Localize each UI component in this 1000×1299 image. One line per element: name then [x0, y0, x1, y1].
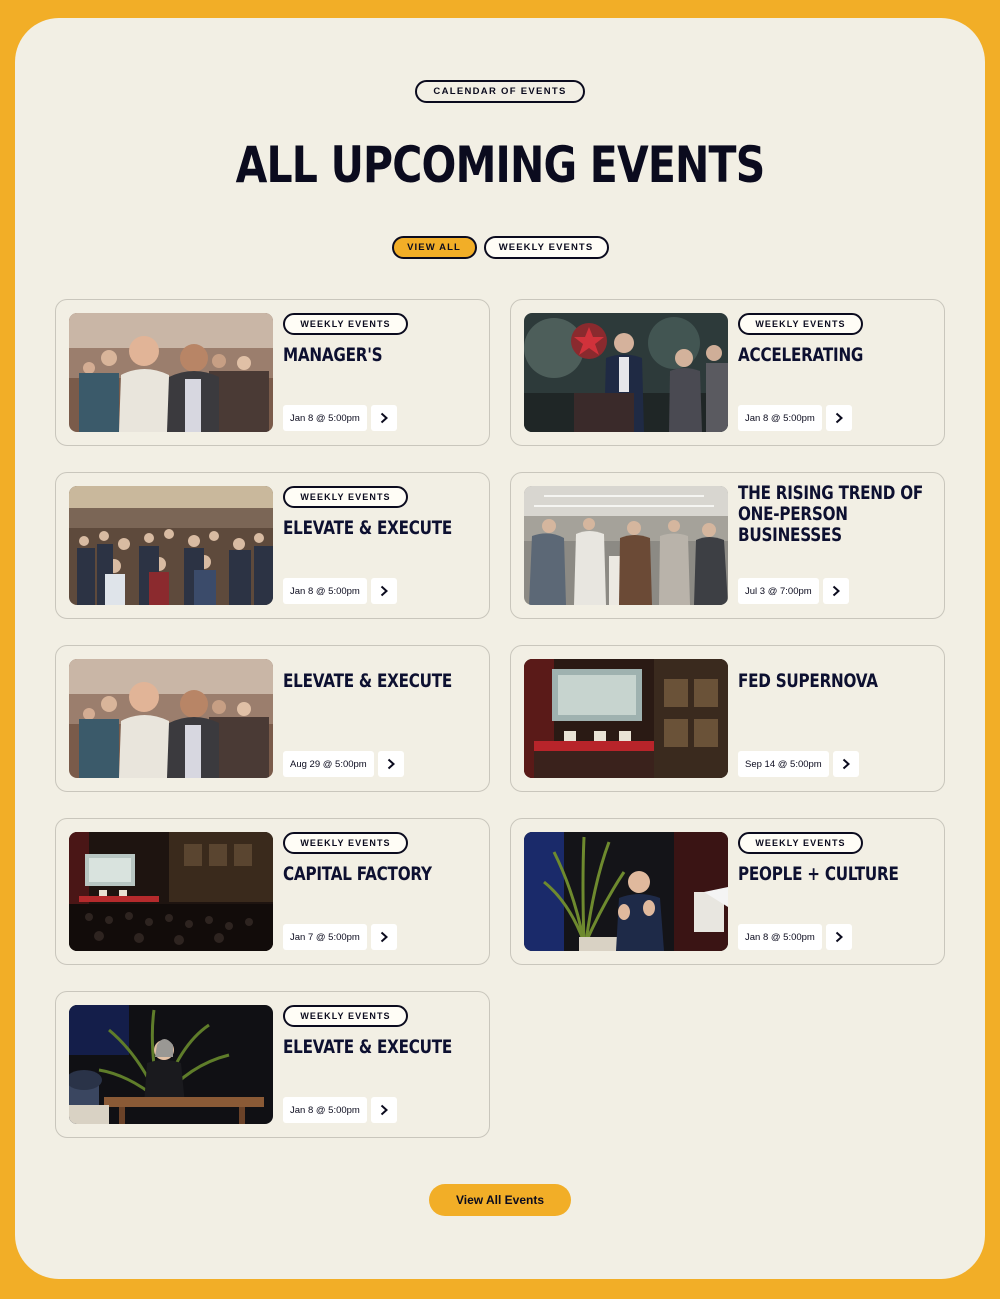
event-tag: WEEKLY EVENTS [283, 486, 408, 508]
event-date: Jan 8 @ 5:00pm [283, 578, 367, 604]
event-arrow-button[interactable] [371, 578, 397, 604]
event-date: Jul 3 @ 7:00pm [738, 578, 819, 604]
event-tag: WEEKLY EVENTS [738, 832, 863, 854]
filter-view-all[interactable]: VIEW ALL [391, 236, 477, 259]
event-date: Sep 14 @ 5:00pm [738, 751, 829, 777]
event-title[interactable]: ELEVATE & EXECUTE [283, 671, 499, 692]
event-card[interactable]: WEEKLY EVENTS ELEVATE & EXECUTE Jan 8 @ … [55, 472, 490, 619]
chevron-right-icon [832, 585, 840, 597]
event-tag: WEEKLY EVENTS [283, 313, 408, 335]
event-arrow-button[interactable] [371, 924, 397, 950]
event-photo[interactable] [524, 486, 728, 605]
event-title[interactable]: ELEVATE & EXECUTE [283, 1037, 499, 1058]
event-photo[interactable] [524, 832, 728, 951]
event-title[interactable]: ELEVATE & EXECUTE [283, 518, 499, 539]
event-date: Aug 29 @ 5:00pm [283, 751, 374, 777]
event-date: Jan 7 @ 5:00pm [283, 924, 367, 950]
event-card[interactable]: WEEKLY EVENTS ELEVATE & EXECUTE Jan 8 @ … [55, 991, 490, 1138]
event-photo[interactable] [69, 659, 273, 778]
event-photo[interactable] [524, 659, 728, 778]
stage-speaker-photo [524, 832, 728, 951]
stage-panel-photo [69, 1005, 273, 1124]
networking-crowd-photo [69, 659, 273, 778]
event-arrow-button[interactable] [371, 1097, 397, 1123]
theater-audience-photo [69, 832, 273, 951]
filter-bar: VIEW ALL WEEKLY EVENTS [15, 236, 985, 259]
event-photo[interactable] [69, 832, 273, 951]
event-arrow-button[interactable] [826, 405, 852, 431]
event-tag: WEEKLY EVENTS [283, 1005, 408, 1027]
event-date: Jan 8 @ 5:00pm [283, 1097, 367, 1123]
event-title[interactable]: ACCELERATING [738, 345, 954, 366]
event-title[interactable]: CAPITAL FACTORY [283, 864, 499, 885]
chevron-right-icon [387, 758, 395, 770]
section-eyebrow: CALENDAR OF EVENTS [415, 80, 585, 103]
event-photo[interactable] [524, 313, 728, 432]
view-all-events-button[interactable]: View All Events [429, 1184, 571, 1216]
page-title: ALL UPCOMING EVENTS [235, 136, 766, 194]
event-arrow-button[interactable] [826, 924, 852, 950]
event-tag: WEEKLY EVENTS [283, 832, 408, 854]
theater-stage-photo [524, 659, 728, 778]
event-arrow-button[interactable] [823, 578, 849, 604]
event-card[interactable]: ELEVATE & EXECUTE Aug 29 @ 5:00pm [55, 645, 490, 792]
podium-speaker-photo [524, 313, 728, 432]
event-title[interactable]: MANAGER'S [283, 345, 499, 366]
event-card[interactable]: WEEKLY EVENTS CAPITAL FACTORY Jan 7 @ 5:… [55, 818, 490, 965]
chevron-right-icon [380, 931, 388, 943]
event-date: Jan 8 @ 5:00pm [738, 405, 822, 431]
chevron-right-icon [835, 931, 843, 943]
ballroom-crowd-photo [69, 486, 273, 605]
event-arrow-button[interactable] [833, 751, 859, 777]
events-section: CALENDAR OF EVENTS ALL UPCOMING EVENTS V… [15, 18, 985, 1279]
event-photo[interactable] [69, 1005, 273, 1124]
chevron-right-icon [835, 412, 843, 424]
event-arrow-button[interactable] [371, 405, 397, 431]
chevron-right-icon [380, 412, 388, 424]
event-date: Jan 8 @ 5:00pm [738, 924, 822, 950]
chevron-right-icon [380, 1104, 388, 1116]
event-card[interactable]: THE RISING TREND OF ONE-PERSON BUSINESSE… [510, 472, 945, 619]
event-card[interactable]: WEEKLY EVENTS MANAGER'S Jan 8 @ 5:00pm [55, 299, 490, 446]
event-photo[interactable] [69, 313, 273, 432]
event-tag: WEEKLY EVENTS [738, 313, 863, 335]
chevron-right-icon [842, 758, 850, 770]
event-title[interactable]: PEOPLE + CULTURE [738, 864, 954, 885]
networking-crowd-photo [69, 313, 273, 432]
event-photo[interactable] [69, 486, 273, 605]
event-title[interactable]: THE RISING TREND OF ONE-PERSON BUSINESSE… [738, 483, 954, 546]
chevron-right-icon [380, 585, 388, 597]
filter-weekly-events[interactable]: WEEKLY EVENTS [483, 236, 609, 259]
event-date: Jan 8 @ 5:00pm [283, 405, 367, 431]
event-arrow-button[interactable] [378, 751, 404, 777]
event-card[interactable]: WEEKLY EVENTS ACCELERATING Jan 8 @ 5:00p… [510, 299, 945, 446]
event-card[interactable]: FED SUPERNOVA Sep 14 @ 5:00pm [510, 645, 945, 792]
event-title[interactable]: FED SUPERNOVA [738, 671, 954, 692]
event-card[interactable]: WEEKLY EVENTS PEOPLE + CULTURE Jan 8 @ 5… [510, 818, 945, 965]
mingling-group-photo [524, 486, 728, 605]
